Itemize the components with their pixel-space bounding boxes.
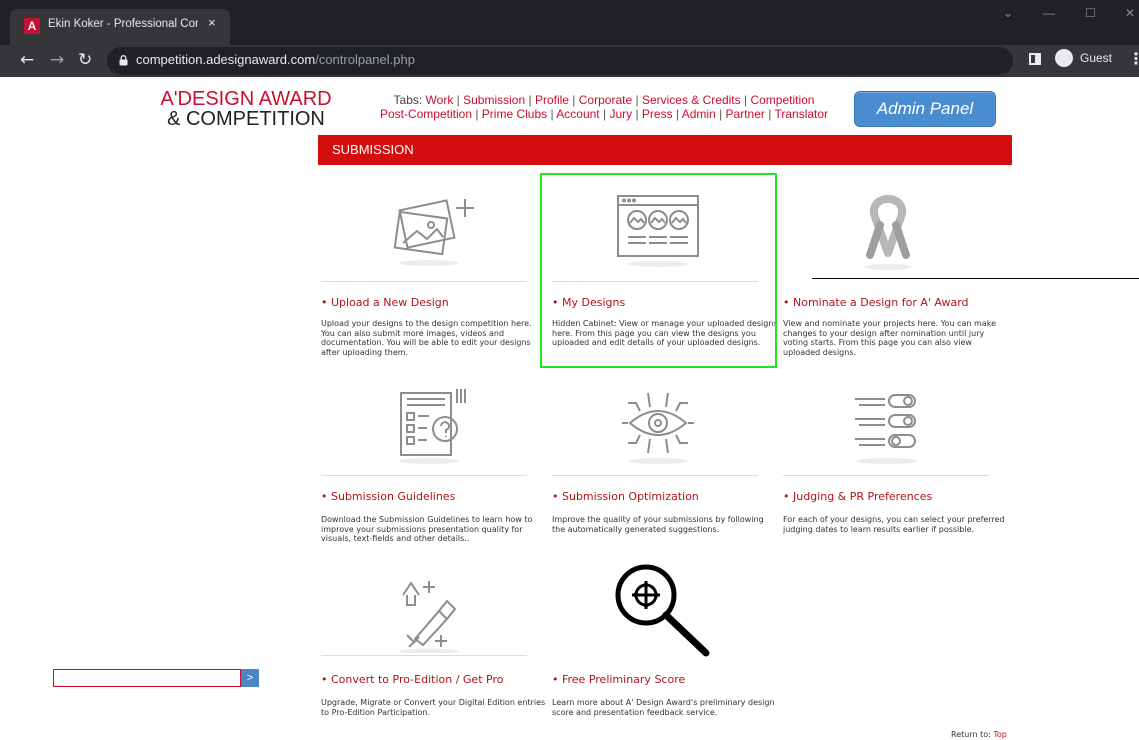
tab-separator: | [568,93,579,107]
admin-panel-button[interactable]: Admin Panel [854,91,996,127]
tabs-prefix: Tabs: [393,93,423,107]
tab-separator: | [715,107,726,121]
card-divider [321,475,527,476]
card-title[interactable]: • Judging & PR Preferences [783,490,932,503]
tab-submission[interactable]: Submission [463,93,525,107]
my-designs-highlight [540,173,777,368]
card-description: Upload your designs to the design compet… [321,319,532,357]
card-description: Upgrade, Migrate or Convert your Digital… [321,698,546,717]
card-judging-pr-preferences[interactable]: • Judging & PR Preferences For each of y… [783,379,1013,549]
reload-icon[interactable]: ↻ [78,50,92,70]
page-content: A'DESIGN AWARD & COMPETITION Tabs: Work … [9,77,1139,740]
guidelines-icon [399,389,466,464]
tab-jury[interactable]: Jury [609,107,632,121]
card-title[interactable]: • Convert to Pro-Edition / Get Pro [321,673,503,686]
top-link[interactable]: Top [993,730,1007,739]
upgrade-icon [399,581,459,653]
back-arrow-icon[interactable]: ← [20,50,34,70]
close-window-button[interactable]: ✕ [1125,6,1135,20]
card-description: Learn more about A' Design Award's preli… [552,698,775,717]
card-description: View and nominate your projects here. Yo… [783,319,997,357]
card-title[interactable]: • Submission Guidelines [321,490,455,503]
tab-admin[interactable]: Admin [682,107,716,121]
card-submission-optimization[interactable]: • Submission Optimization Improve the qu… [552,379,778,549]
divider-line [812,278,1139,279]
toggles-icon [855,394,917,464]
tab-close-icon[interactable]: × [208,15,216,30]
tab-title: Ekin Koker - Professional Contro [48,18,198,30]
search-submit-button[interactable]: > [241,669,259,687]
magnifier-icon [615,564,710,657]
tab-competition[interactable]: Competition [750,93,814,107]
tab-partner[interactable]: Partner [726,107,765,121]
tab-separator: | [740,93,751,107]
tab-account[interactable]: Account [556,107,599,121]
tab-translator[interactable]: Translator [774,107,828,121]
site-logo[interactable]: A'DESIGN AWARD & COMPETITION [151,89,341,129]
browser-toolbar: ← → ↻ competition.adesignaward.com/contr… [0,45,1139,77]
tabs-row-2: Post-Competition | Prime Clubs | Account… [349,107,859,121]
tab-profile[interactable]: Profile [535,93,569,107]
card-title[interactable]: • Nominate a Design for A' Award [783,296,969,309]
card-free-preliminary-score[interactable]: • Free Preliminary Score Learn more abou… [552,559,782,725]
tab-separator: | [525,93,535,107]
tab-services-credits[interactable]: Services & Credits [642,93,741,107]
address-bar[interactable]: competition.adesignaward.com/controlpane… [107,47,1013,75]
tabs-row-1: Tabs: Work | Submission | Profile | Corp… [349,93,859,107]
side-panel-icon[interactable] [1029,53,1041,65]
card-title[interactable]: • Free Preliminary Score [552,673,685,686]
browser-titlebar: A Ekin Koker - Professional Contro × ⌄ —… [0,0,1139,45]
tab-press[interactable]: Press [642,107,673,121]
search-input[interactable] [53,669,241,687]
maximize-button[interactable]: ☐ [1085,6,1096,20]
tab-corporate[interactable]: Corporate [579,93,632,107]
tabs-navigation: Tabs: Work | Submission | Profile | Corp… [349,93,859,121]
tab-separator: | [632,107,642,121]
profile-avatar-icon[interactable] [1055,49,1073,67]
logo-line1: A'DESIGN AWARD [160,88,332,110]
profile-label[interactable]: Guest [1080,51,1112,65]
image-plus-icon [393,199,474,266]
tab-separator: | [453,93,464,107]
forward-arrow-icon[interactable]: → [50,50,64,70]
card-nominate-design[interactable]: • Nominate a Design for A' Award View an… [783,173,1013,373]
url-text: competition.adesignaward.com/controlpane… [136,52,415,67]
minimize-button[interactable]: — [1043,6,1055,20]
return-to-top: Return to: Top [951,730,1007,739]
card-divider [321,281,527,282]
lock-icon [119,55,128,66]
card-title[interactable]: • Submission Optimization [552,490,699,503]
card-divider [552,475,758,476]
tab-search-chevron-icon[interactable]: ⌄ [1003,6,1013,20]
tab-post-competition[interactable]: Post-Competition [380,107,472,121]
tab-work[interactable]: Work [426,93,454,107]
adesign-favicon-icon: A [24,18,40,34]
card-title[interactable]: • Upload a New Design [321,296,449,309]
card-description: Improve the quality of your submissions … [552,515,764,534]
logo-line2: & COMPETITION [167,108,325,130]
tab-separator: | [632,93,642,107]
browser-menu-icon[interactable]: ⋮ [1128,49,1139,68]
tab-separator: | [547,107,557,121]
browser-tab[interactable]: A Ekin Koker - Professional Contro × [10,9,230,45]
card-upload-new-design[interactable]: • Upload a New Design Upload your design… [321,173,547,373]
eye-circuit-icon [622,392,694,464]
card-description: For each of your designs, you can select… [783,515,1005,534]
card-description: Download the Submission Guidelines to le… [321,515,533,543]
section-title: SUBMISSION [318,135,1012,165]
ribbon-icon [864,195,912,270]
tab-separator: | [672,107,682,121]
return-to-label: Return to: [951,730,991,739]
tab-prime-clubs[interactable]: Prime Clubs [482,107,547,121]
tab-separator: | [472,107,482,121]
card-divider [783,475,989,476]
card-convert-pro-edition[interactable]: • Convert to Pro-Edition / Get Pro Upgra… [321,565,551,725]
tab-separator: | [599,107,610,121]
card-submission-guidelines[interactable]: • Submission Guidelines Download the Sub… [321,379,547,549]
card-divider [321,655,527,656]
